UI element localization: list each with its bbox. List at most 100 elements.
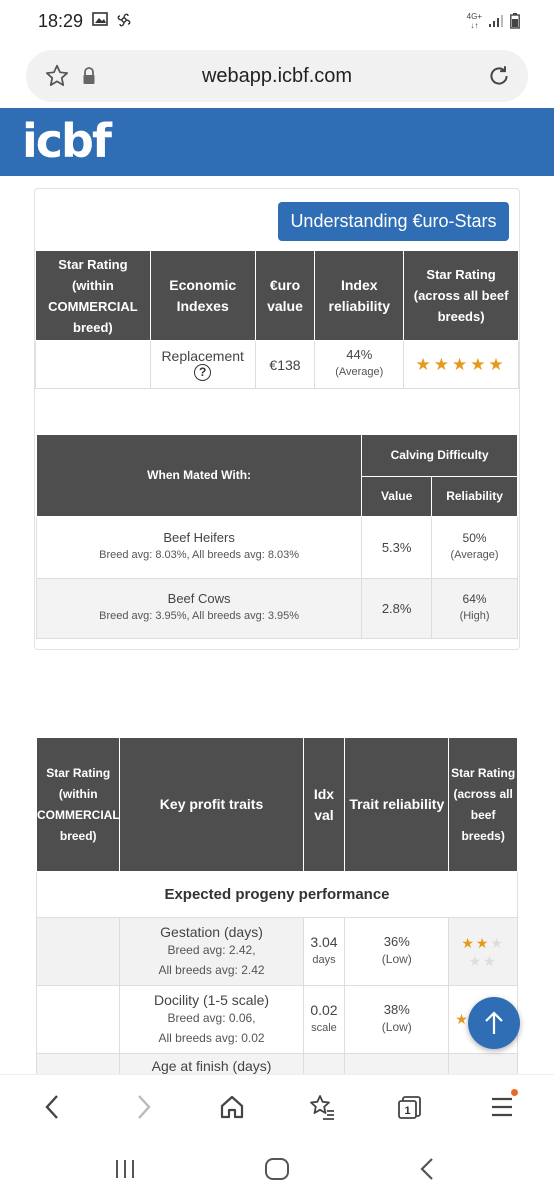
tabs-button[interactable]: 1 (392, 1089, 428, 1125)
trait-all-avg: All breeds avg: 0.02 (158, 1030, 265, 1045)
status-bar: 18:29 4G+ ↓↑ (0, 0, 554, 44)
reliability-label: (Low) (381, 952, 412, 966)
table-row: Gestation (days) Breed avg: 2.42, All br… (35, 917, 518, 986)
idx-unit: scale (311, 1021, 337, 1034)
address-bar[interactable]: webapp.icbf.com (26, 50, 528, 102)
col-star-across: Star Rating (across all beef breeds) (403, 250, 519, 341)
col-index-reliability: Index reliability (314, 250, 405, 341)
reliability-cell: 44% (Average) (314, 340, 405, 389)
site-header: icbf (0, 108, 554, 176)
reliability-cell: 50% (Average) (431, 516, 518, 579)
pinwheel-icon (117, 13, 131, 27)
trait-name: Docility (1-5 scale) (153, 991, 270, 1008)
calving-difficulty-table: When Mated With: Calving Difficulty Valu… (35, 434, 518, 639)
reliability-cell: 36% (Low) (344, 917, 450, 986)
system-back-icon[interactable] (418, 1157, 436, 1181)
table-row: Beef Cows Breed avg: 3.95%, All breeds a… (35, 578, 518, 639)
home-button[interactable] (214, 1089, 250, 1125)
icbf-logo[interactable]: icbf (22, 114, 112, 168)
reliability-value: 38% (383, 1002, 410, 1017)
reliability-cell: 64% (High) (431, 578, 518, 639)
help-icon[interactable]: ? (194, 364, 212, 381)
forward-button[interactable] (126, 1089, 162, 1125)
col-trait-reliability: Trait reliability (344, 737, 450, 872)
page-content: Understanding €uro-Stars Star Rating (wi… (0, 176, 554, 1074)
star-within-cell (35, 340, 151, 389)
table-row: Docility (1-5 scale) Breed avg: 0.06, Al… (35, 985, 518, 1054)
reliability-value: 64% (462, 591, 487, 606)
star-rating-cell (448, 1053, 518, 1074)
col-idx-val: Idx val (302, 737, 346, 872)
network-label: 4G+ ↓↑ (466, 12, 482, 30)
scroll-to-top-button[interactable] (468, 997, 520, 1049)
reliability-value: 44% (346, 347, 373, 362)
euro-value-cell: €138 (254, 340, 316, 389)
notification-dot (511, 1089, 518, 1096)
trait-breed-avg: Breed avg: 0.06, (167, 1010, 256, 1025)
system-home-icon[interactable] (264, 1157, 290, 1181)
col-economic-indexes: Economic Indexes (149, 250, 256, 341)
system-navigation-bar (0, 1138, 554, 1200)
gallery-icon (92, 12, 108, 26)
status-system: 4G+ ↓↑ (467, 12, 520, 30)
arrow-up-icon (485, 1011, 503, 1034)
star-rating: ★★★★★ (461, 934, 505, 969)
reliability-label: (Low) (381, 1020, 412, 1034)
col-star-within: Star Rating (within COMMERCIAL breed) (35, 250, 151, 341)
table-row: Age at finish (days) (35, 1053, 518, 1074)
bookmarks-star-icon (310, 1095, 334, 1120)
trait-breed-avg: Breed avg: 2.42, (167, 942, 256, 957)
trait-name: Age at finish (days) (151, 1058, 272, 1074)
chevron-right-icon (138, 1095, 151, 1119)
star-rating: ★★★★★ (415, 354, 507, 374)
section-title: Expected progeny performance (36, 871, 518, 918)
back-button[interactable] (34, 1089, 70, 1125)
understanding-euro-stars-button[interactable]: Understanding €uro-Stars (278, 202, 509, 241)
home-icon (220, 1095, 244, 1119)
star-within-cell (35, 985, 121, 1054)
idx-val-cell: 0.02 scale (302, 985, 346, 1054)
col-star-within: Star Rating (within COMMERCIAL breed) (35, 737, 121, 872)
chevron-left-icon (45, 1095, 58, 1119)
index-name-cell: Replacement ? (149, 340, 256, 389)
reliability-label: (Average) (450, 548, 499, 561)
star-rating-cell: ★★★★★ (448, 917, 518, 986)
status-notifications (92, 12, 132, 28)
section-row: Expected progeny performance (36, 871, 518, 918)
hamburger-menu-icon (492, 1097, 512, 1117)
value-cell: 5.3% (361, 516, 433, 579)
browser-toolbar: 1 (0, 1074, 554, 1138)
table-row: Replacement ? €138 44% (Average) ★★★★★ (35, 340, 519, 389)
trait-cell: Gestation (days) Breed avg: 2.42, All br… (119, 917, 304, 986)
status-time: 18:29 (38, 11, 84, 31)
battery-icon (510, 13, 520, 29)
reliability-value: 36% (383, 934, 410, 949)
idx-val-cell: 3.04 days (302, 917, 346, 986)
reliability-label: (Average) (335, 366, 384, 378)
idx-value: 3.04 (310, 933, 338, 950)
idx-unit: days (312, 953, 336, 966)
star-rating-cell: ★★★★★ (403, 340, 519, 389)
mated-name: Beef Heifers (163, 530, 235, 545)
tabs-icon: 1 (398, 1096, 421, 1119)
reload-icon[interactable] (486, 63, 512, 89)
mated-avg: Breed avg: 8.03%, All breeds avg: 8.03% (99, 549, 300, 561)
url-text: webapp.icbf.com (201, 65, 353, 87)
economic-index-table: Star Rating (within COMMERCIAL breed) Ec… (35, 250, 519, 389)
bookmarks-button[interactable] (304, 1089, 340, 1125)
mated-cell: Beef Heifers Breed avg: 8.03%, All breed… (35, 516, 363, 579)
recent-apps-icon[interactable] (114, 1158, 136, 1180)
col-euro-value: €uro value (254, 250, 316, 341)
col-calving-difficulty: Calving Difficulty (361, 434, 518, 477)
key-profit-traits-table: Star Rating (within COMMERCIAL breed) Ke… (35, 737, 518, 1074)
col-key-profit-traits: Key profit traits (119, 737, 304, 872)
trait-name: Gestation (days) (160, 923, 263, 940)
mated-cell: Beef Cows Breed avg: 3.95%, All breeds a… (35, 578, 363, 639)
index-name: Replacement (161, 348, 244, 364)
browser-url-bar: webapp.icbf.com (0, 44, 554, 108)
idx-value: 0.02 (310, 1001, 338, 1018)
reliability-cell (344, 1053, 450, 1074)
menu-button[interactable] (484, 1089, 520, 1125)
mated-avg: Breed avg: 3.95%, All breeds avg: 3.95% (99, 610, 300, 622)
reliability-value: 50% (462, 530, 487, 545)
